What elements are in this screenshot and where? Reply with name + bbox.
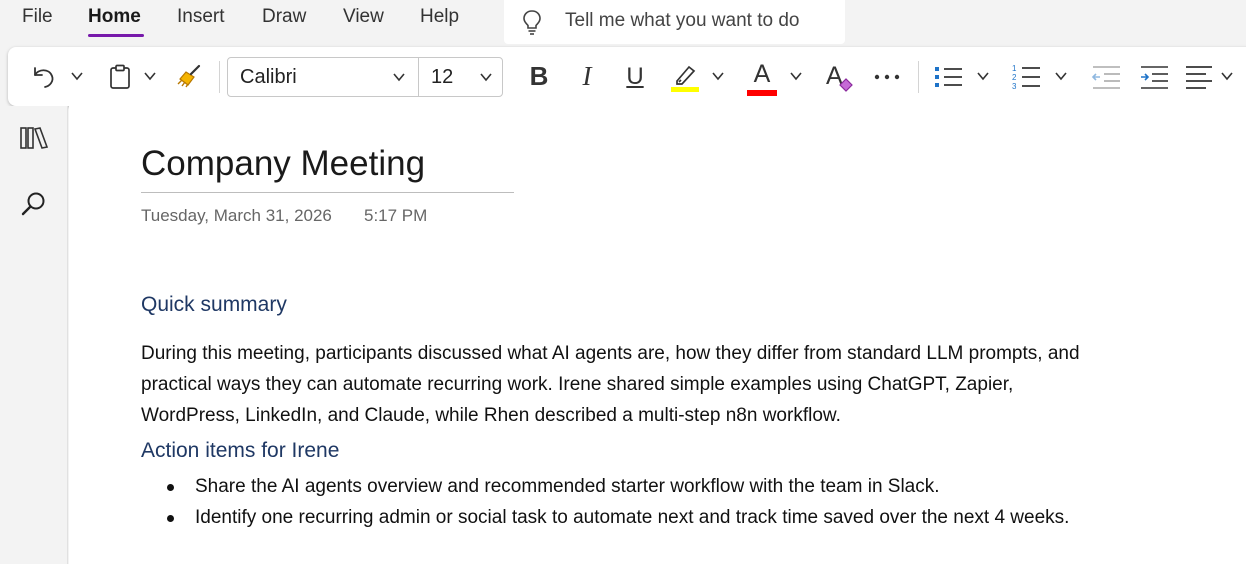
list-item[interactable]: Share the AI agents overview and recomme…: [141, 471, 1101, 502]
navigation-rail: [0, 106, 68, 564]
decrease-indent-button[interactable]: [1088, 47, 1124, 106]
numbered-list-dropdown-chevron-icon[interactable]: [1054, 69, 1068, 83]
numbered-list-icon: 123: [1010, 62, 1042, 92]
menu-insert[interactable]: Insert: [177, 6, 225, 28]
menu-home[interactable]: Home: [88, 6, 141, 28]
font-size-select[interactable]: 12: [431, 66, 453, 89]
format-painter-button[interactable]: [172, 47, 206, 106]
underline-button[interactable]: U: [621, 47, 649, 106]
bold-button[interactable]: B: [524, 47, 554, 106]
menu-help[interactable]: Help: [420, 6, 459, 28]
highlighter-icon: [669, 61, 701, 93]
font-color-dropdown-chevron-icon[interactable]: [789, 69, 803, 83]
font-color-label: A: [753, 59, 771, 88]
numbered-list-button[interactable]: 123: [1008, 47, 1044, 106]
more-options-button[interactable]: [870, 47, 904, 106]
align-icon: [1184, 63, 1214, 91]
format-painter-icon: [174, 63, 204, 91]
bullet-icon: [167, 484, 174, 491]
clear-formatting-button[interactable]: A: [822, 47, 856, 106]
list-item-text: Share the AI agents overview and recomme…: [195, 476, 940, 497]
ribbon-separator: [918, 61, 919, 93]
search-icon: [20, 190, 48, 223]
menu-draw[interactable]: Draw: [262, 6, 306, 28]
undo-dropdown-chevron-icon[interactable]: [70, 69, 84, 83]
page-title[interactable]: Company Meeting: [141, 144, 425, 184]
font-size-chevron-icon[interactable]: [479, 70, 493, 84]
more-icon: [873, 73, 901, 81]
search-button[interactable]: [16, 188, 52, 224]
title-divider: [141, 192, 514, 193]
highlight-dropdown-chevron-icon[interactable]: [711, 69, 725, 83]
increase-indent-icon: [1138, 63, 1170, 91]
font-picker: Calibri 12: [227, 57, 503, 97]
undo-button[interactable]: [26, 47, 60, 106]
menu-bar: File Home Insert Draw View Help Tell me …: [0, 0, 1246, 46]
svg-text:3: 3: [1012, 82, 1017, 91]
font-box-divider: [418, 58, 419, 96]
summary-paragraph[interactable]: During this meeting, participants discus…: [141, 338, 1101, 431]
page-date: Tuesday, March 31, 2026: [141, 206, 332, 225]
svg-text:1: 1: [1012, 64, 1017, 73]
tell-me-placeholder: Tell me what you want to do: [565, 10, 800, 31]
page-time: 5:17 PM: [364, 206, 428, 225]
italic-button[interactable]: I: [574, 47, 600, 106]
undo-icon: [29, 63, 57, 91]
paste-dropdown-chevron-icon[interactable]: [143, 69, 157, 83]
font-color-icon: [747, 89, 777, 96]
font-color-button[interactable]: A: [745, 47, 779, 106]
clipboard-icon: [107, 63, 133, 91]
bullet-list-icon: [932, 63, 964, 91]
list-item-text: Identify one recurring admin or social t…: [195, 507, 1070, 528]
home-ribbon: Calibri 12 B I U A A 1 2 3: [8, 47, 1246, 106]
increase-indent-button[interactable]: [1136, 47, 1172, 106]
section-heading-summary[interactable]: Quick summary: [141, 293, 287, 317]
menu-view[interactable]: View: [343, 6, 384, 28]
menu-file[interactable]: File: [22, 6, 53, 28]
bullet-list-button[interactable]: [930, 47, 966, 106]
paste-button[interactable]: [105, 47, 135, 106]
lightbulb-icon: [520, 8, 544, 36]
svg-text:2: 2: [1012, 73, 1017, 82]
active-tab-indicator: [88, 34, 144, 37]
notebooks-button[interactable]: [16, 122, 52, 158]
highlight-button[interactable]: [668, 47, 702, 106]
bullet-list-dropdown-chevron-icon[interactable]: [976, 69, 990, 83]
font-name-chevron-icon[interactable]: [392, 70, 406, 84]
clear-formatting-icon: A: [824, 62, 854, 92]
tell-me-search-box[interactable]: Tell me what you want to do: [504, 0, 845, 44]
align-button[interactable]: [1183, 47, 1215, 106]
decrease-indent-icon: [1090, 63, 1122, 91]
ribbon-separator: [219, 61, 220, 93]
font-name-select[interactable]: Calibri: [240, 66, 297, 89]
page-canvas[interactable]: Company Meeting Tuesday, March 31, 2026 …: [69, 106, 1246, 564]
notebooks-icon: [19, 124, 49, 157]
list-item[interactable]: Identify one recurring admin or social t…: [141, 502, 1101, 533]
action-items-list: Share the AI agents overview and recomme…: [141, 471, 1101, 533]
align-dropdown-chevron-icon[interactable]: [1220, 69, 1234, 83]
bullet-icon: [167, 515, 174, 522]
section-heading-action-items[interactable]: Action items for Irene: [141, 439, 339, 463]
